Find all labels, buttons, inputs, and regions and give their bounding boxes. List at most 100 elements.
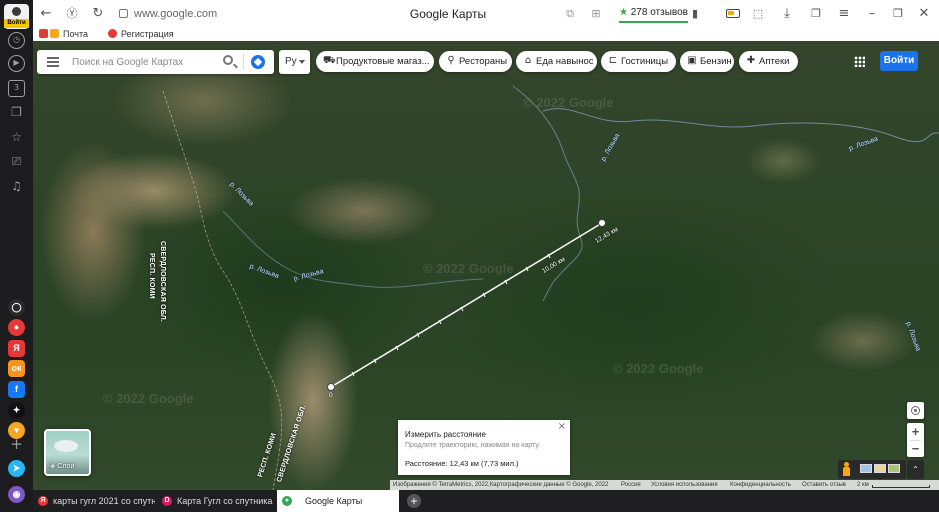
reviews-badge[interactable]: ★ 278 отзывов [619,5,688,23]
protect-icon[interactable]: ⊞ [589,6,603,22]
history-icon[interactable]: ◷ [8,32,25,49]
user-icon [12,7,21,16]
zoom-out-button[interactable]: − [907,440,924,457]
mail-icon [39,29,48,38]
imagery-thumbnail[interactable] [860,464,872,473]
scale-bar [872,485,930,488]
imagery-thumbnail[interactable] [888,464,900,473]
download-icon[interactable]: ⤓ [780,6,794,22]
layers-button[interactable]: ◈ Слои [44,429,91,476]
address-bar: ← Ⓨ ↻ www.google.com Google Карты ⧉ ⊞ ★ … [33,0,939,28]
browser-sidebar: Войти ◷ ▶ 3 ❐ ☆ ⎚ ♫ + ➤ ◉ ◯ ● Яок f ✦ ♥ [0,0,33,512]
chip-label: Еда навынос [536,56,594,67]
minimize-icon[interactable]: – [865,6,879,22]
chip-hotels[interactable]: ⊏ Гостиницы [601,51,676,72]
facebook-app-icon[interactable]: f [8,381,25,398]
tab-label: Карта Гугл со спутника 20 [177,496,275,506]
maps-search-box [37,50,274,74]
chip-label: Бензин [700,56,732,67]
zen-app-icon[interactable]: ✦ [8,402,25,419]
directions-icon[interactable] [248,52,268,72]
map-footer: Изображения © TerraMetrics, 2022,Картогр… [390,480,939,490]
measure-distance-card: Измерить расстояние Продлите траекторию,… [398,420,570,475]
yandex-app-icon[interactable]: Я [8,340,25,357]
terms-link[interactable]: Условия использования [651,480,718,490]
maps-pin-app-icon[interactable]: ● [8,319,25,336]
imagery-credits: Изображения © TerraMetrics, 2022,Картогр… [393,482,609,488]
language-select[interactable]: Ру [279,50,310,74]
hamburger-menu-icon[interactable] [47,57,59,67]
pegman-icon[interactable] [843,462,850,476]
send-app-icon[interactable]: ➤ [8,460,25,477]
bookmark-pochta[interactable]: Почта [39,28,88,41]
chip-restaurants[interactable]: ⚲ Рестораны [439,51,512,72]
imagery-thumbnail[interactable] [874,464,886,473]
yandex-protect-icon[interactable]: Ⓨ [65,6,79,22]
pharmacy-icon: ✚ [746,55,756,66]
chevron-up-icon[interactable]: ⌃ [907,460,924,479]
close-icon[interactable]: × [558,421,566,432]
alice-voice-icon[interactable]: ◉ [8,486,25,503]
chip-label: Гостиницы [621,56,669,67]
zoom-in-button[interactable]: + [907,423,924,440]
extensions-icon[interactable]: ⬚ [751,6,765,22]
country-link[interactable]: Россия [621,480,641,490]
my-location-button[interactable] [907,402,924,419]
tab-search-results[interactable]: Якарты гугл 2021 со спутни [33,490,155,512]
fuel-icon: ▣ [687,55,697,66]
google-apps-icon[interactable] [854,56,865,67]
screenshot-icon[interactable]: ⎚ [8,153,25,170]
map-watermark: © 2022 Google [523,95,614,110]
tab-google-maps[interactable]: ● Google Карты [277,490,399,512]
site-favicon-icon: D [162,496,172,506]
tabs-icon[interactable]: ❐ [809,6,823,22]
feedback-link[interactable]: Оставить отзыв [802,480,846,490]
url-field[interactable]: www.google.com [119,5,217,23]
new-tab-button[interactable]: + [407,494,421,508]
measure-title: Измерить расстояние [405,430,486,439]
bookmark-registration[interactable]: Регистрация [108,28,174,41]
bookmark-label: Почта [63,29,88,39]
back-icon[interactable]: ← [39,6,53,22]
reload-icon[interactable]: ↻ [91,6,105,22]
bed-icon: ⊏ [608,55,618,66]
translate-icon[interactable]: ⧉ [563,6,577,22]
chip-pharmacy[interactable]: ✚ Аптеки [739,51,798,72]
odnoklassniki-app-icon[interactable]: ок [8,360,25,377]
bell-icon[interactable]: ♫ [8,178,25,195]
search-input[interactable] [72,54,212,70]
restore-icon[interactable]: ❐ [891,6,905,22]
scale-label[interactable]: 2 км [857,480,869,490]
measure-line [330,222,603,388]
alice-app-icon[interactable]: ◯ [8,299,25,316]
chip-takeout[interactable]: ⌂ Еда навынос [516,51,597,72]
copy-icon[interactable]: ❐ [8,104,25,121]
tab-label: Google Карты [305,496,363,506]
measure-end-point[interactable] [598,219,606,227]
measure-start-point[interactable] [327,383,335,391]
map-watermark: © 2022 Google [103,391,194,406]
chip-groceries[interactable]: ⛟ Продуктовые магаз... [316,51,434,72]
counter-icon[interactable]: 3 [8,80,25,97]
bookmarks-bar: Почта Регистрация [33,28,939,41]
language-value: Ру [285,56,297,67]
login-button[interactable]: Войти [4,4,29,29]
search-icon[interactable] [223,55,233,65]
tips-app-icon[interactable]: ♥ [8,422,25,439]
url-text: www.google.com [134,8,218,20]
sign-in-button[interactable]: Войти [880,51,918,71]
reviews-count: 278 отзывов [630,7,688,18]
zoom-controls: + − [907,423,924,457]
star-rating-icon: ★ [619,7,631,18]
star-icon[interactable]: ☆ [8,129,25,146]
menu-icon[interactable]: ≡ [837,6,851,22]
privacy-link[interactable]: Конфиденциальность [730,480,791,490]
measure-result: Расстояние: 12,43 км (7,73 мил.) [405,459,519,468]
play-icon[interactable]: ▶ [8,55,25,72]
region-label: РЕСП. КОМИ [148,253,155,299]
bookmark-icon[interactable]: ▮ [688,6,702,22]
battery-saver-icon[interactable] [726,9,740,18]
chip-gas[interactable]: ▣ Бензин [680,51,734,72]
tab-map-article[interactable]: D Карта Гугл со спутника 20 [157,490,275,512]
close-window-icon[interactable]: ✕ [917,6,931,22]
